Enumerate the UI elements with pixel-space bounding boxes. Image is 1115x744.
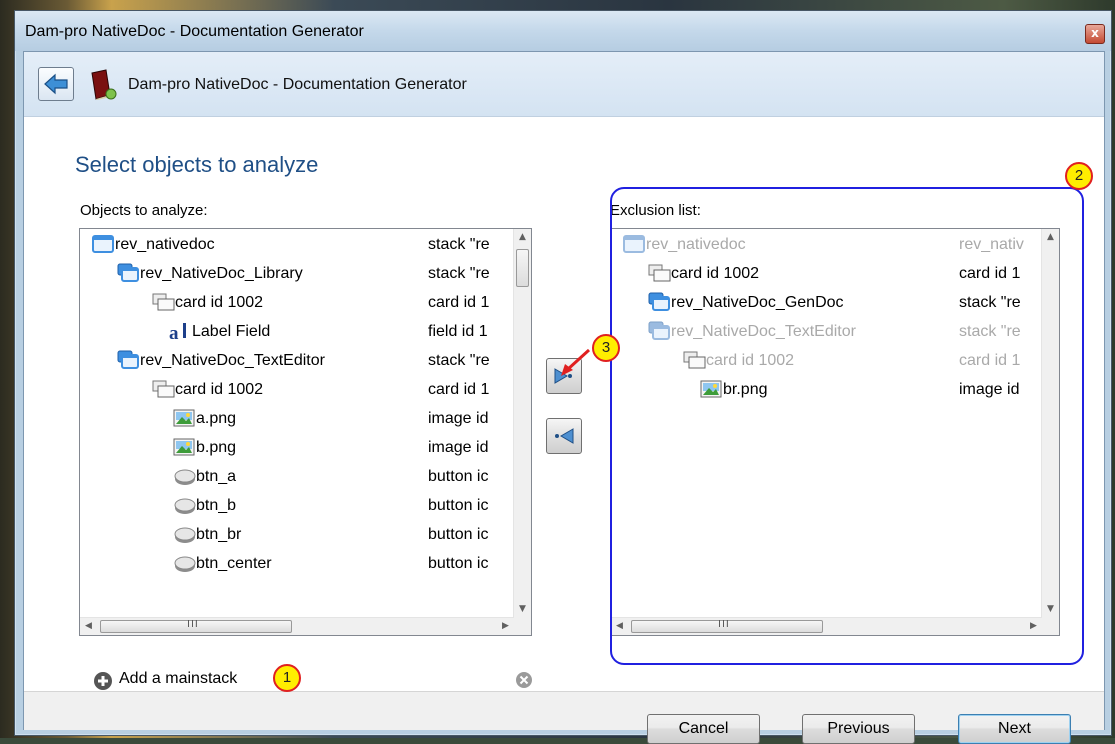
back-button[interactable] (38, 67, 74, 101)
svg-text:a: a (169, 323, 179, 344)
wizard-client-area: Dam-pro NativeDoc - Documentation Genera… (23, 51, 1105, 744)
field-icon: a (169, 323, 186, 344)
tree-item-label: b.png (196, 439, 237, 456)
image-icon (173, 438, 195, 456)
tree-item-label: btn_a (196, 468, 237, 485)
tree-item[interactable]: btn_center button ic (80, 552, 514, 576)
scroll-grip: III (187, 619, 199, 630)
remove-item-icon[interactable] (515, 671, 533, 689)
button-icon (174, 556, 196, 572)
button-icon (174, 469, 196, 485)
next-button[interactable]: Next (958, 714, 1071, 744)
tree-item-label: btn_b (196, 497, 237, 514)
scroll-thumb[interactable]: III (100, 619, 292, 633)
vertical-scrollbar[interactable]: ▲ ▼ (513, 229, 531, 618)
tree-item[interactable]: rev_NativeDoc_Library stack "re (80, 262, 514, 286)
move-from-exclusion-icon (555, 428, 574, 444)
tree-item-label: Label Field (192, 323, 271, 340)
tree-item[interactable]: btn_br button ic (80, 523, 514, 547)
scroll-down-arrow[interactable]: ▼ (514, 601, 531, 618)
stack-icon (92, 235, 114, 253)
tree-item-description: button ic (428, 468, 489, 485)
button-icon (174, 498, 196, 514)
tree-item-description: field id 1 (428, 323, 488, 340)
tree-item[interactable]: card id 1002 card id 1 (80, 378, 514, 402)
substack-icon (117, 350, 139, 369)
scroll-left-arrow[interactable]: ◀ (80, 618, 97, 635)
window-title: Dam-pro NativeDoc - Documentation Genera… (25, 23, 364, 40)
tree-item-description: button ic (428, 526, 489, 543)
tree-item-label: rev_nativedoc (115, 236, 215, 253)
wizard-title: Dam-pro NativeDoc - Documentation Genera… (128, 76, 467, 93)
tree-item-label: btn_center (196, 555, 272, 572)
tree-item[interactable]: a Label Field field id 1 (80, 320, 514, 344)
tree-item-description: stack "re (428, 265, 490, 282)
tree-item-label: btn_br (196, 526, 242, 543)
wizard-window: Dam-pro NativeDoc - Documentation Genera… (14, 10, 1112, 744)
add-circle-icon (94, 672, 112, 690)
horizontal-scrollbar[interactable]: ◀ III ▶ (80, 617, 514, 635)
tree-item-description: image id (428, 439, 489, 456)
tree-item-description: stack "re (428, 236, 490, 253)
back-arrow-icon (44, 73, 68, 95)
tree-item[interactable]: btn_a button ic (80, 465, 514, 489)
tree-item-label: card id 1002 (175, 381, 264, 398)
objects-list[interactable]: ▲ ▼ ◀ III ▶ rev_nativedoc stack "re rev_Na… (79, 228, 532, 636)
card-icon (152, 380, 175, 398)
add-mainstack-label: Add a mainstack (119, 670, 238, 687)
previous-button[interactable]: Previous (802, 714, 915, 744)
tree-item-description: image id (428, 410, 489, 427)
exclusion-annotation-outline (610, 187, 1084, 665)
image-icon (173, 409, 195, 427)
tree-item[interactable]: a.png image id (80, 407, 514, 431)
scroll-right-arrow[interactable]: ▶ (497, 618, 514, 635)
cancel-button[interactable]: Cancel (647, 714, 760, 744)
wizard-header: Dam-pro NativeDoc - Documentation Genera… (24, 52, 1104, 117)
tree-item-label: rev_NativeDoc_Library (140, 265, 303, 282)
scroll-thumb[interactable] (516, 249, 529, 287)
page-title: Select objects to analyze (75, 152, 319, 177)
button-icon (174, 527, 196, 543)
tree-item-label: rev_NativeDoc_TextEditor (140, 352, 325, 369)
substack-icon (117, 263, 139, 282)
tree-item-label: a.png (196, 410, 237, 427)
callout-one: 1 (273, 664, 301, 692)
tree-item[interactable]: rev_NativeDoc_TextEditor stack "re (80, 349, 514, 373)
title-bar[interactable]: Dam-pro NativeDoc - Documentation Genera… (15, 11, 1111, 51)
tree-item[interactable]: b.png image id (80, 436, 514, 460)
tree-item[interactable]: card id 1002 card id 1 (80, 291, 514, 315)
tree-item-description: button ic (428, 555, 489, 572)
app-book-icon (91, 69, 117, 100)
tree-item-description: stack "re (428, 352, 490, 369)
callout-arrow-icon (561, 348, 591, 376)
tree-item-description: card id 1 (428, 381, 490, 398)
tree-item-description: button ic (428, 497, 489, 514)
tree-item[interactable]: btn_b button ic (80, 494, 514, 518)
move-from-exclusion-button[interactable] (546, 418, 582, 454)
wizard-footer: Cancel Previous Next (24, 691, 1104, 744)
scroll-corner (514, 618, 531, 635)
callout-two: 2 (1065, 162, 1093, 190)
callout-three: 3 (592, 334, 620, 362)
tree-item-description: card id 1 (428, 294, 490, 311)
close-button[interactable]: x (1085, 24, 1105, 44)
card-icon (152, 293, 175, 311)
scroll-up-arrow[interactable]: ▲ (514, 229, 531, 246)
tree-item[interactable]: rev_nativedoc stack "re (80, 233, 514, 257)
objects-list-label: Objects to analyze: (80, 202, 208, 219)
tree-item-label: card id 1002 (175, 294, 264, 311)
